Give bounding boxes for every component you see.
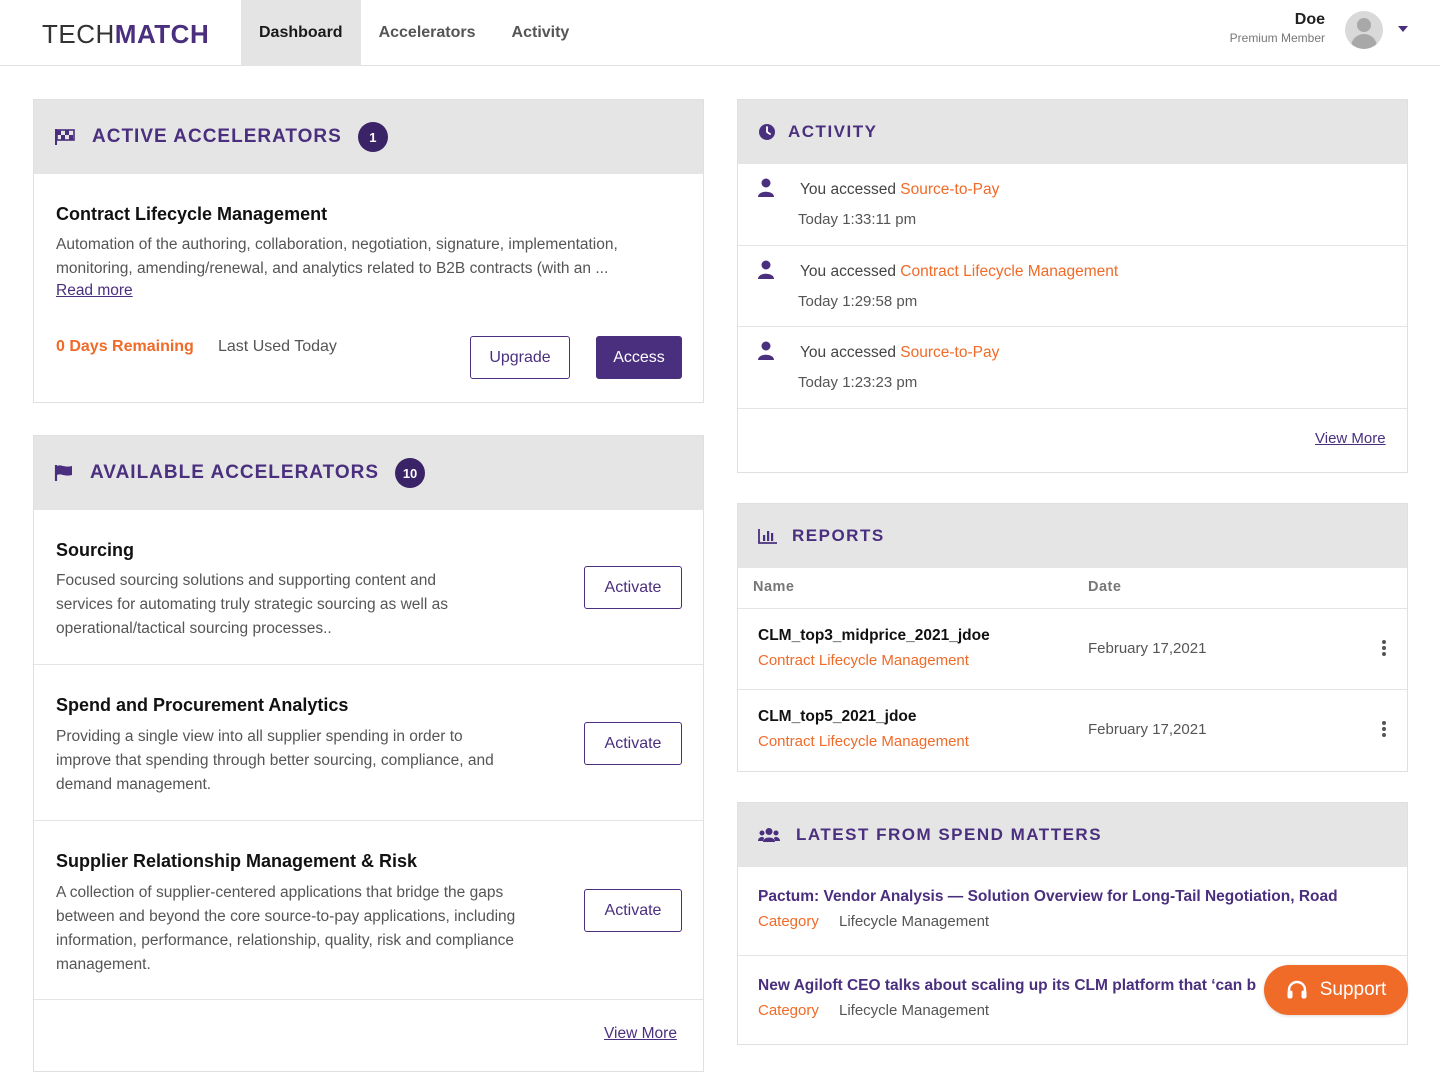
- logo-bold-text: MATCH: [114, 19, 210, 49]
- card-title: Contract Lifecycle Management: [56, 204, 328, 224]
- activity-time: Today 1:29:58 pm: [798, 293, 918, 310]
- column-header-name[interactable]: Name: [753, 579, 795, 595]
- active-accelerators-title: ACTIVE ACCELERATORS: [92, 126, 342, 147]
- news-headline[interactable]: Pactum: Vendor Analysis — Solution Overv…: [758, 888, 1398, 906]
- checkered-flag-icon: [54, 128, 76, 146]
- column-header-date[interactable]: Date: [1088, 579, 1121, 595]
- active-accelerators-header: ACTIVE ACCELERATORS 1: [34, 100, 703, 174]
- activity-header: ACTIVITY: [738, 100, 1407, 164]
- tab-dashboard[interactable]: Dashboard: [241, 0, 361, 66]
- headset-icon: [1287, 980, 1307, 999]
- support-label: Support: [1319, 979, 1387, 1000]
- news-category: Lifecycle Management: [839, 1002, 990, 1019]
- chevron-down-icon[interactable]: [1398, 26, 1408, 32]
- activate-button[interactable]: Activate: [584, 889, 682, 932]
- user-name: Doe: [1294, 11, 1325, 28]
- user-icon: [758, 260, 774, 280]
- user-icon: [758, 178, 774, 198]
- bar-chart-icon: [758, 528, 778, 544]
- activity-target-link[interactable]: Source-to-Pay: [900, 181, 999, 198]
- view-more-accelerators-link[interactable]: View More: [604, 1025, 677, 1043]
- active-count-badge: 1: [357, 122, 388, 152]
- reports-header: REPORTS: [738, 504, 1407, 568]
- divider: [738, 408, 1407, 409]
- available-accelerators-title: AVAILABLE ACCELERATORS: [90, 462, 380, 483]
- days-remaining: 0 Days Remaining: [56, 338, 194, 355]
- more-options-icon[interactable]: [1382, 640, 1386, 656]
- available-count-badge: 10: [395, 458, 426, 488]
- activity-title: ACTIVITY: [788, 122, 878, 141]
- activity-item: You accessed Source-to-Pay Today 1:33:11…: [738, 164, 1407, 245]
- activity-target-link[interactable]: Source-to-Pay: [900, 344, 999, 361]
- activity-prefix: You accessed: [800, 263, 896, 280]
- report-date: February 17,2021: [1088, 721, 1207, 738]
- divider: [738, 689, 1407, 690]
- activity-target-link[interactable]: Contract Lifecycle Management: [900, 263, 1118, 280]
- read-more-link[interactable]: Read more: [56, 282, 133, 300]
- reports-panel: REPORTS Name Date CLM_top3_midprice_2021…: [737, 503, 1408, 772]
- divider: [738, 955, 1407, 956]
- logo-light-text: TECH: [42, 19, 115, 49]
- users-icon: [758, 827, 780, 843]
- report-name[interactable]: CLM_top3_midprice_2021_jdoe: [758, 627, 990, 645]
- available-accelerators-panel: AVAILABLE ACCELERATORS 10 Sourcing Focus…: [33, 435, 704, 1072]
- activity-prefix: You accessed: [800, 344, 896, 361]
- report-date: February 17,2021: [1088, 640, 1207, 657]
- support-button[interactable]: Support: [1264, 965, 1408, 1015]
- news-title: LATEST FROM SPEND MATTERS: [796, 825, 1103, 844]
- card-title: Spend and Procurement Analytics: [56, 695, 349, 715]
- techmatch-logo[interactable]: TECHMATCH: [42, 19, 209, 50]
- report-category: Contract Lifecycle Management: [758, 733, 969, 750]
- upgrade-button[interactable]: Upgrade: [470, 336, 570, 379]
- report-name[interactable]: CLM_top5_2021_jdoe: [758, 708, 917, 726]
- user-role: Premium Member: [1229, 31, 1325, 45]
- card-title: Sourcing: [56, 540, 135, 560]
- activate-button[interactable]: Activate: [584, 566, 682, 609]
- activity-item: You accessed Source-to-Pay Today 1:23:23…: [738, 327, 1407, 408]
- more-options-icon[interactable]: [1382, 721, 1386, 737]
- activity-item: You accessed Contract Lifecycle Manageme…: [738, 246, 1407, 327]
- card-description: Automation of the authoring, collaborati…: [56, 236, 618, 277]
- clock-icon: [758, 123, 776, 141]
- active-accelerators-panel: ACTIVE ACCELERATORS 1 Contract Lifecycle…: [33, 99, 704, 403]
- view-more-activity-link[interactable]: View More: [1315, 430, 1386, 447]
- news-category: Lifecycle Management: [839, 913, 990, 930]
- activate-button[interactable]: Activate: [584, 722, 682, 765]
- user-icon: [758, 341, 774, 361]
- flag-icon: [54, 464, 74, 482]
- main-nav: Dashboard Accelerators Activity: [241, 0, 587, 66]
- activity-prefix: You accessed: [800, 181, 896, 198]
- available-accelerators-header: AVAILABLE ACCELERATORS 10: [34, 436, 703, 510]
- last-used: Last Used Today: [218, 338, 337, 355]
- tab-activity[interactable]: Activity: [494, 0, 588, 66]
- user-info[interactable]: Doe Premium Member: [1230, 11, 1325, 45]
- divider: [34, 820, 703, 821]
- card-description: A collection of supplier-centered applic…: [56, 884, 516, 973]
- activity-text: You accessed Source-to-Pay: [800, 344, 999, 362]
- news-header: LATEST FROM SPEND MATTERS: [738, 803, 1407, 867]
- activity-time: Today 1:33:11 pm: [798, 211, 917, 228]
- activity-text: You accessed Contract Lifecycle Manageme…: [800, 263, 1118, 281]
- tab-accelerators[interactable]: Accelerators: [361, 0, 494, 66]
- top-header: TECHMATCH Dashboard Accelerators Activit…: [0, 0, 1440, 66]
- news-category-label: Category: [758, 1002, 819, 1019]
- card-title: Supplier Relationship Management & Risk: [56, 851, 418, 871]
- divider: [34, 999, 703, 1000]
- report-category: Contract Lifecycle Management: [758, 652, 969, 669]
- divider: [34, 664, 703, 665]
- card-description: Focused sourcing solutions and supportin…: [56, 572, 448, 637]
- activity-text: You accessed Source-to-Pay: [800, 181, 999, 199]
- news-category-label: Category: [758, 913, 819, 930]
- access-button[interactable]: Access: [596, 336, 682, 379]
- reports-title: REPORTS: [792, 526, 885, 545]
- activity-time: Today 1:23:23 pm: [798, 374, 918, 391]
- avatar[interactable]: [1345, 11, 1383, 49]
- activity-panel: ACTIVITY You accessed Source-to-Pay Toda…: [737, 99, 1408, 473]
- divider: [738, 608, 1407, 609]
- news-headline[interactable]: New Agiloft CEO talks about scaling up i…: [758, 977, 1278, 995]
- card-description: Providing a single view into all supplie…: [56, 728, 494, 793]
